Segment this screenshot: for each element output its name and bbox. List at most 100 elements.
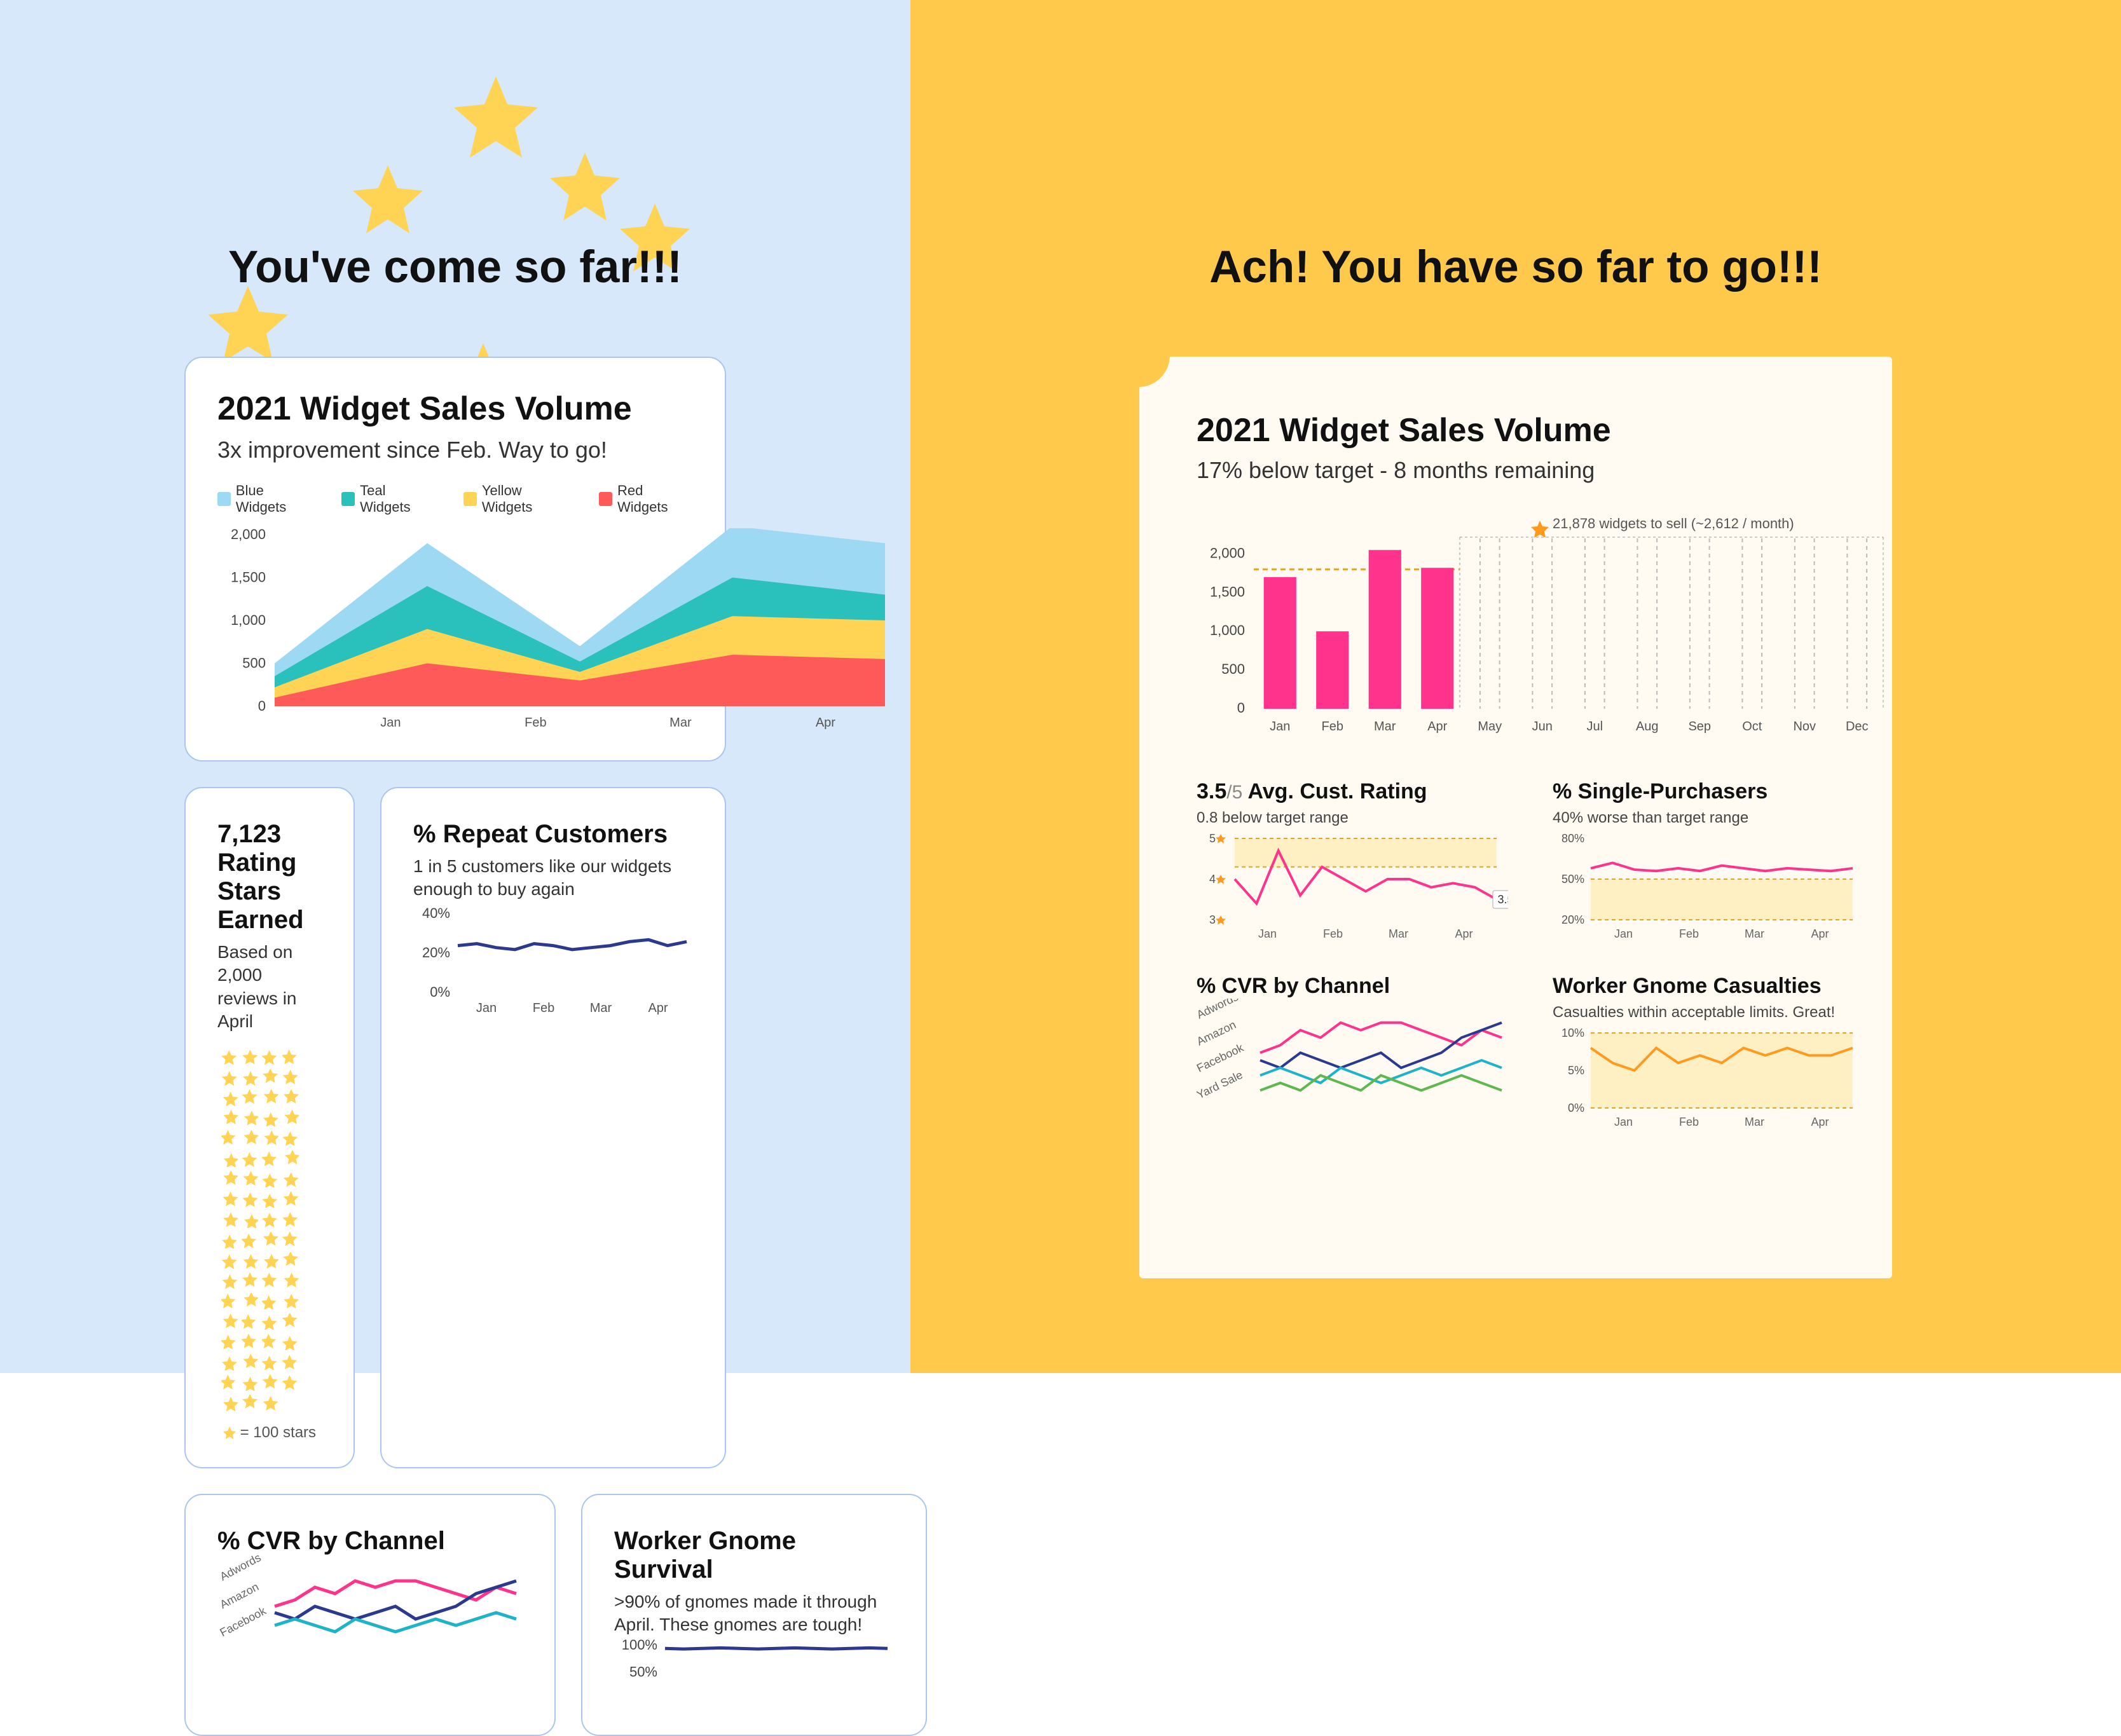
single-sub: 40% worse than target range [1553,809,1864,827]
svg-text:Jan: Jan [1614,1116,1633,1128]
svg-text:Jan: Jan [1270,720,1290,734]
stars-legend: = 100 stars [217,1424,322,1442]
svg-text:0: 0 [258,698,266,714]
gnome-title: Worker Gnome Survival [614,1527,894,1584]
svg-text:10%: 10% [1562,1027,1584,1039]
svg-text:Feb: Feb [533,1001,554,1015]
casualties-title: Worker Gnome Casualties [1553,974,1864,999]
stars-title: 7,123 Rating Stars Earned [217,820,322,934]
stars-scatter [217,1034,322,1418]
right-cvr-title: % CVR by Channel [1197,974,1508,999]
svg-text:500: 500 [1221,661,1245,677]
svg-text:Jan: Jan [1258,927,1277,940]
repeat-sub: 1 in 5 customers like our widgets enough… [413,855,693,901]
svg-text:4: 4 [1209,873,1216,885]
left-heading: You've come so far!!! [0,242,910,293]
casualties-sub: Casualties within acceptable limits. Gre… [1553,1004,1864,1022]
repeat-title: % Repeat Customers [413,820,693,849]
svg-text:Yard Sale: Yard Sale [1197,1069,1245,1102]
svg-text:Adwords: Adwords [1197,999,1240,1022]
right-bar-chart: 21,878 widgets to sell (~2,612 / month) 0… [1197,509,1896,738]
svg-text:0%: 0% [1568,1102,1584,1114]
right-rating-chart: 345JanFebMarApr3.5 [1197,827,1508,941]
svg-text:0: 0 [1237,700,1245,716]
svg-text:Jul: Jul [1586,720,1603,734]
svg-text:100%: 100% [622,1637,657,1653]
panel-right: Ach! You have so far to go!!! 2021 Widge… [910,0,2121,1373]
svg-text:Oct: Oct [1742,720,1762,734]
svg-text:Mar: Mar [1745,1116,1764,1128]
left-main-title: 2021 Widget Sales Volume [217,390,693,428]
svg-text:Feb: Feb [1323,927,1343,940]
svg-text:Feb: Feb [1322,720,1343,734]
single-mini: % Single-Purchasers 40% worse than targe… [1553,779,1864,945]
svg-text:3.5: 3.5 [1497,893,1508,906]
left-gnome-chart: 50%100% [614,1636,894,1706]
svg-text:Mar: Mar [669,716,692,730]
svg-text:Feb: Feb [1679,1116,1699,1128]
gnome-sub: >90% of gnomes made it through April. Th… [614,1590,894,1637]
left-area-chart: 0 500 1,000 1,500 2,000 Jan Feb Mar Apr [217,528,891,732]
svg-text:5%: 5% [1568,1064,1584,1077]
svg-text:50%: 50% [1562,873,1584,885]
svg-text:Jan: Jan [1614,927,1633,940]
svg-text:Amazon: Amazon [217,1580,261,1611]
svg-text:Mar: Mar [590,1001,612,1015]
panel-left: You've come so far!!! 2021 Widget Sales … [0,0,910,1373]
left-cvr-chart: AdwordsAmazonFacebook [217,1555,523,1664]
rating-title: 3.5/5 Avg. Cust. Rating [1197,779,1508,804]
svg-text:Aug: Aug [1636,720,1659,734]
svg-text:80%: 80% [1562,832,1584,845]
svg-text:40%: 40% [422,905,450,921]
rating-mini: 3.5/5 Avg. Cust. Rating 0.8 below target… [1197,779,1508,945]
svg-text:Apr: Apr [816,716,835,730]
svg-text:1,000: 1,000 [231,612,266,628]
svg-text:Feb: Feb [525,716,546,730]
svg-text:Apr: Apr [648,1001,668,1015]
svg-text:Apr: Apr [1427,720,1447,734]
left-main-card: 2021 Widget Sales Volume 3x improvement … [184,357,726,762]
svg-text:Apr: Apr [1811,927,1829,940]
svg-text:May: May [1478,720,1502,734]
left-cvr-card: % CVR by Channel AdwordsAmazonFacebook [184,1494,556,1736]
right-cvr-chart: AdwordsAmazonFacebookYard Sale [1197,999,1508,1119]
svg-text:Mar: Mar [1389,927,1408,940]
svg-text:20%: 20% [1562,913,1584,926]
right-main-subtitle: 17% below target - 8 months remaining [1197,457,1835,484]
svg-text:Mar: Mar [1374,720,1396,734]
right-main-title: 2021 Widget Sales Volume [1197,411,1835,449]
svg-text:500: 500 [242,655,266,671]
star-icon [550,153,620,221]
svg-text:1,500: 1,500 [231,570,266,585]
svg-text:Nov: Nov [1793,720,1816,734]
svg-text:Sep: Sep [1688,720,1711,734]
svg-text:20%: 20% [422,945,450,960]
svg-text:Amazon: Amazon [1197,1018,1238,1048]
star-icon [353,165,423,233]
svg-text:2,000: 2,000 [231,528,266,542]
svg-text:Adwords: Adwords [217,1555,263,1583]
left-area-legend: Blue Widgets Teal Widgets Yellow Widgets… [217,482,693,516]
svg-text:21,878 widgets to sell (~2,612: 21,878 widgets to sell (~2,612 / month) [1553,516,1794,531]
left-cvr-title: % CVR by Channel [217,1527,523,1555]
rating-sub: 0.8 below target range [1197,809,1508,827]
svg-text:Apr: Apr [1811,1116,1829,1128]
svg-text:3: 3 [1209,913,1216,926]
svg-text:1,500: 1,500 [1210,584,1245,599]
svg-text:Jan: Jan [380,716,401,730]
right-single-chart: 20%50%80%JanFebMarApr [1553,827,1864,941]
right-card: 2021 Widget Sales Volume 17% below targe… [1139,357,1892,1278]
stars-sub: Based on 2,000 reviews in April [217,941,322,1034]
svg-text:5: 5 [1209,832,1216,845]
left-repeat-chart: 0% 20% 40% Jan Feb Mar Apr [413,901,693,1016]
left-main-subtitle: 3x improvement since Feb. Way to go! [217,437,693,463]
svg-text:Jan: Jan [476,1001,497,1015]
right-heading: Ach! You have so far to go!!! [910,242,2121,293]
left-gnome-card: Worker Gnome Survival >90% of gnomes mad… [581,1494,927,1736]
svg-text:Feb: Feb [1679,927,1699,940]
casualties-mini: Worker Gnome Casualties Casualties withi… [1553,974,1864,1133]
svg-text:0%: 0% [430,984,450,1000]
svg-text:Dec: Dec [1846,720,1869,734]
stars-card: 7,123 Rating Stars Earned Based on 2,000… [184,787,355,1468]
single-title: % Single-Purchasers [1553,779,1864,804]
